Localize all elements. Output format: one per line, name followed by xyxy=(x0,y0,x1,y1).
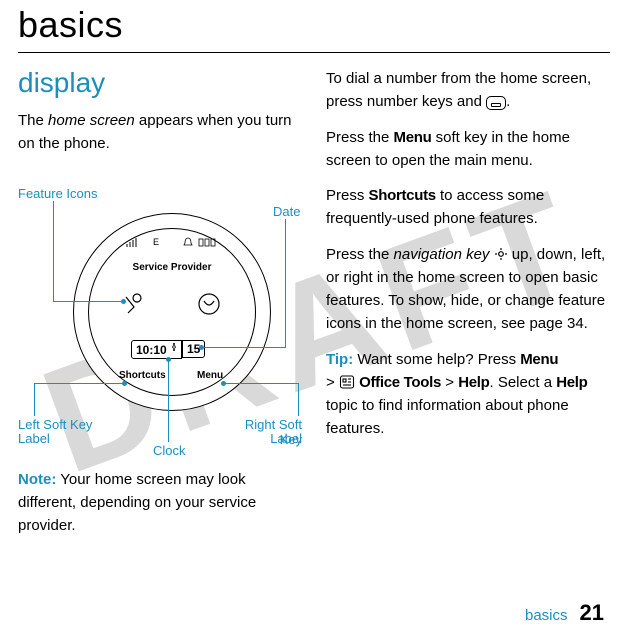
p-tip: Tip: Want some help? Press Menu > Office… xyxy=(326,348,606,441)
line-feature-h xyxy=(53,301,123,302)
clock-indicator-icon xyxy=(169,345,177,354)
clock-value: 10:10 xyxy=(136,343,167,357)
end-feature xyxy=(121,299,126,304)
battery-icon xyxy=(198,237,216,249)
line-date-h xyxy=(201,347,286,348)
signal-icon xyxy=(125,237,151,249)
bell-icon xyxy=(183,237,193,249)
p1-before: To dial a number from the home screen, p… xyxy=(326,70,591,110)
p2-menu: Menu xyxy=(394,129,432,146)
title-rule xyxy=(18,52,610,53)
network-icon: E xyxy=(153,237,159,249)
left-column: display The home screen appears when you… xyxy=(18,67,298,549)
clock-display: 10:10 xyxy=(131,340,182,359)
shortcut-icon-right xyxy=(196,291,222,323)
p5-d: . Select a xyxy=(490,374,557,391)
end-clock xyxy=(166,357,171,362)
p-nav: Press the navigation key up, down, left,… xyxy=(326,243,606,336)
home-screen-diagram: E Service Provider xyxy=(18,168,298,458)
p5-b: > xyxy=(326,374,339,391)
tip-label: Tip: xyxy=(326,351,353,368)
right-column: To dial a number from the home screen, p… xyxy=(326,67,606,549)
line-rsk-v xyxy=(298,383,299,416)
send-key-icon xyxy=(486,96,506,110)
p5-a: Want some help? Press xyxy=(353,351,520,368)
label-feature-icons: Feature Icons xyxy=(18,186,98,202)
line-lsk-v xyxy=(34,383,35,416)
p5-help2: Help xyxy=(556,374,587,391)
service-provider-text: Service Provider xyxy=(73,262,271,273)
p1-after: . xyxy=(506,93,510,110)
footer-page-number: 21 xyxy=(580,600,604,626)
nav-key-icon xyxy=(494,245,508,259)
p5-e: topic to find information about phone fe… xyxy=(326,397,569,437)
p3-before: Press xyxy=(326,187,369,204)
p4-ital: navigation key xyxy=(394,246,490,263)
note-label: Note: xyxy=(18,471,56,488)
line-feature-v xyxy=(53,201,54,301)
p-menu: Press the Menu soft key in the home scre… xyxy=(326,126,606,173)
two-column-layout: display The home screen appears when you… xyxy=(18,67,610,549)
end-rsk xyxy=(221,381,226,386)
shortcut-icon-left xyxy=(120,291,146,323)
intro-paragraph: The home screen appears when you turn on… xyxy=(18,109,298,156)
line-date-v xyxy=(285,219,286,347)
line-rsk-h xyxy=(223,383,299,384)
intro-before: The xyxy=(18,112,48,129)
p3-shortcuts: Shortcuts xyxy=(369,187,436,204)
footer-section: basics xyxy=(525,607,568,624)
p-dial: To dial a number from the home screen, p… xyxy=(326,67,606,114)
label-date: Date xyxy=(273,204,300,220)
line-clock-v xyxy=(168,359,169,442)
section-heading-display: display xyxy=(18,67,298,99)
phone-inner-circle xyxy=(88,228,256,396)
end-date xyxy=(199,345,204,350)
note-paragraph: Note: Your home screen may look differen… xyxy=(18,468,298,538)
label-clock: Clock xyxy=(153,443,186,459)
line-lsk-h xyxy=(34,383,124,384)
p5-menu: Menu xyxy=(520,351,558,368)
office-tools-icon xyxy=(339,374,355,390)
status-icons-left: E xyxy=(125,237,159,249)
p-shortcuts: Press Shortcuts to access some frequentl… xyxy=(326,184,606,231)
p2-before: Press the xyxy=(326,129,394,146)
page-title: basics xyxy=(18,4,610,46)
intro-italic: home screen xyxy=(48,112,135,129)
soft-key-menu: Menu xyxy=(197,370,223,381)
label-lsk-2: Label xyxy=(18,431,50,447)
end-lsk xyxy=(122,381,127,386)
p5-office: Office Tools xyxy=(359,374,441,391)
p4-before: Press the xyxy=(326,246,394,263)
p5-help1: Help xyxy=(458,374,489,391)
p5-c: > xyxy=(441,374,458,391)
status-icons-right xyxy=(183,237,216,249)
page-footer: basics 21 xyxy=(525,600,604,626)
soft-key-shortcuts: Shortcuts xyxy=(119,370,166,381)
label-rsk-2: Label xyxy=(222,431,302,447)
